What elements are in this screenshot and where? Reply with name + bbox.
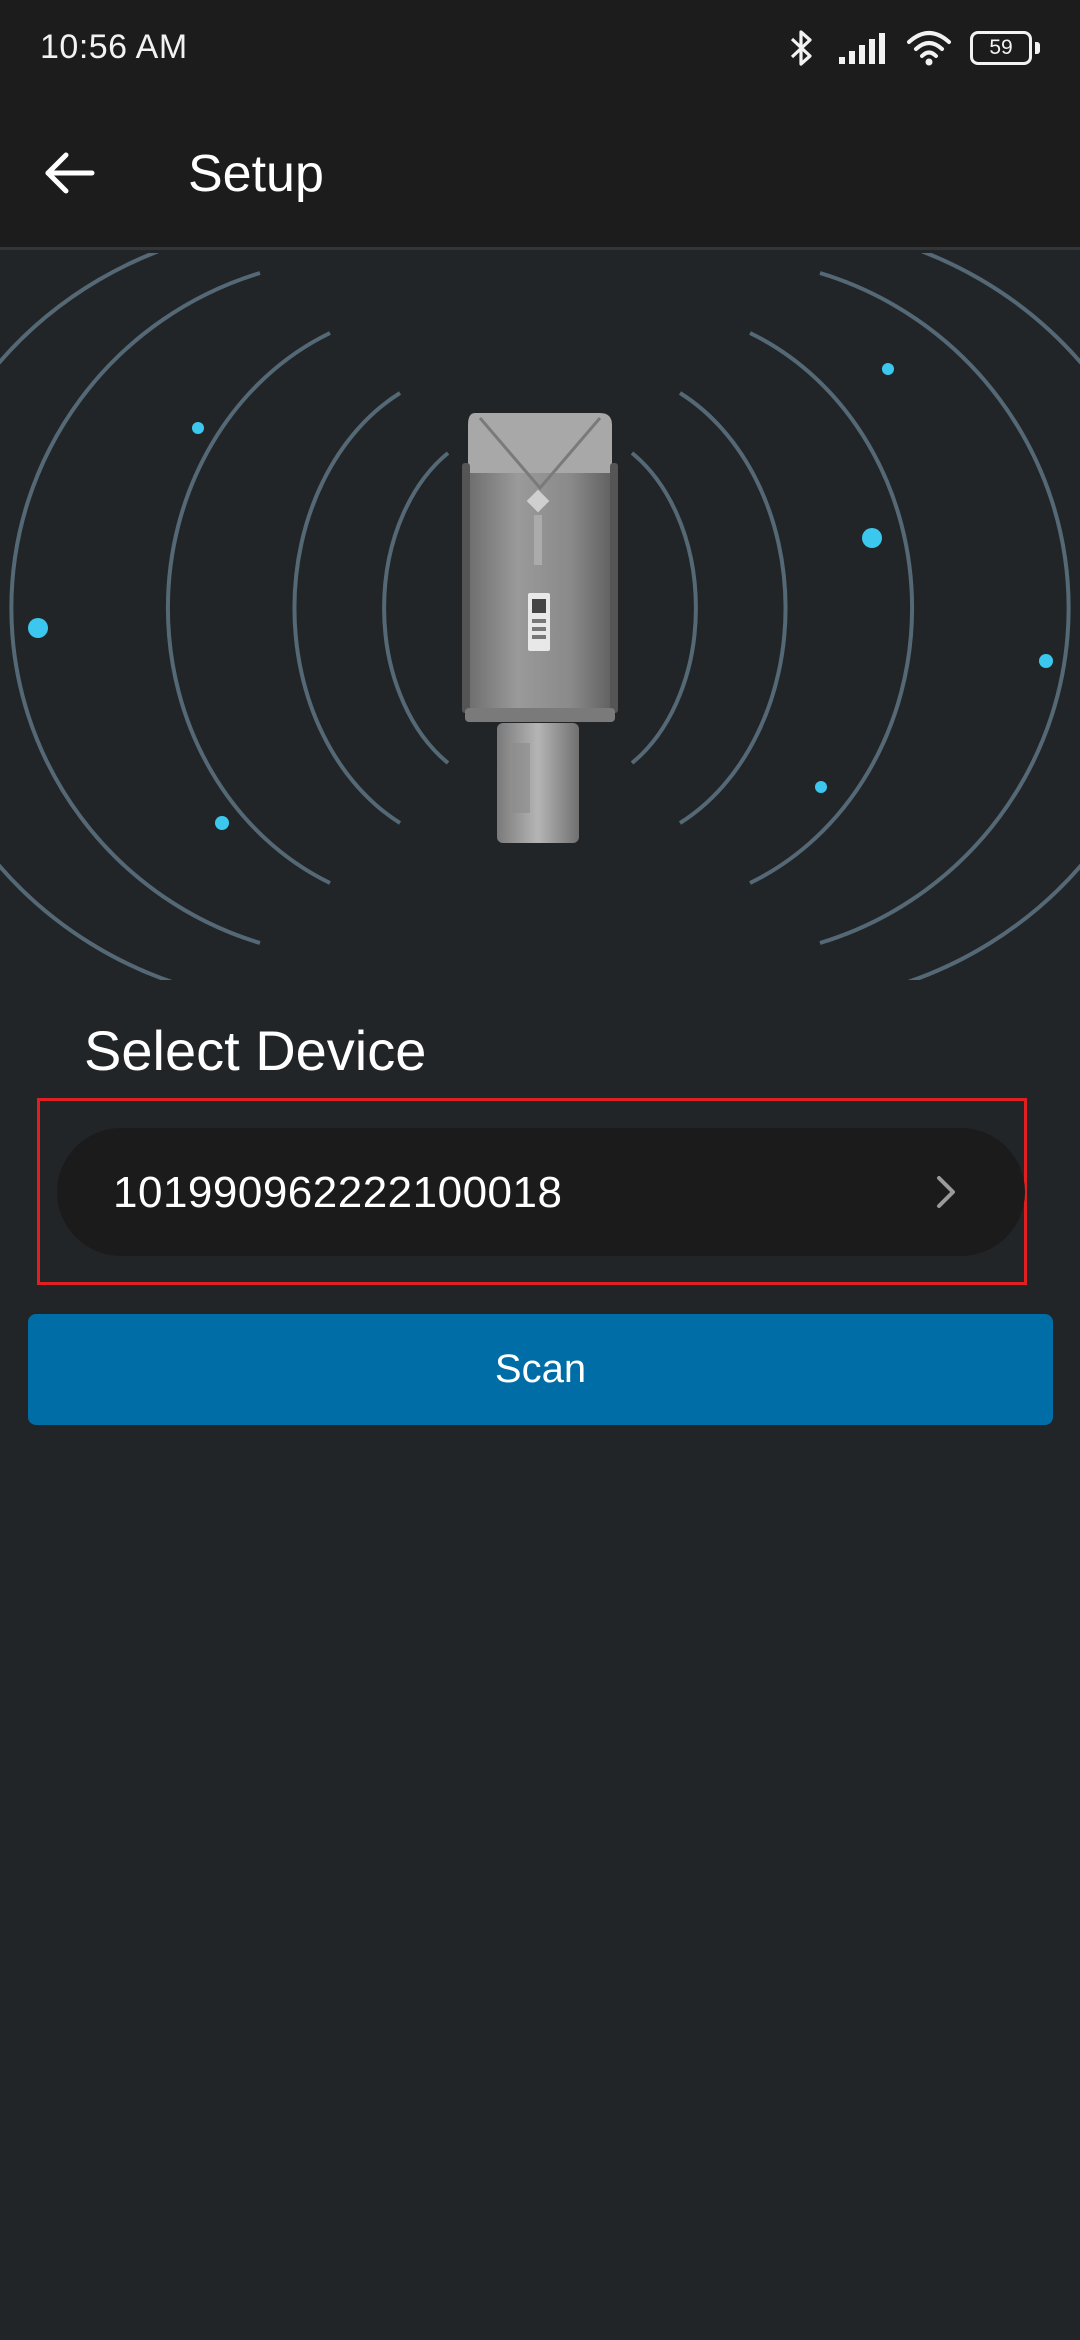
chevron-right-icon [925,1172,965,1212]
wifi-icon [906,30,952,66]
status-time: 10:56 AM [40,28,188,66]
device-id: 101990962222100018 [113,1168,563,1217]
signal-icon [838,31,888,65]
page-title: Setup [188,145,324,203]
bluetooth-icon [784,28,820,68]
arrow-left-icon [44,151,96,200]
status-bar: 10:56 AM 59 [0,0,1080,100]
battery-icon: 59 [970,31,1040,65]
back-button[interactable] [30,135,110,215]
app-bar: Setup [0,100,1080,250]
select-device-title: Select Device [84,1019,427,1082]
battery-level: 59 [989,36,1013,59]
device-select-row[interactable]: 101990962222100018 [57,1128,1025,1256]
device-illustration [0,253,1080,980]
scan-button[interactable]: Scan [28,1314,1053,1425]
status-icons: 59 [784,26,1040,70]
